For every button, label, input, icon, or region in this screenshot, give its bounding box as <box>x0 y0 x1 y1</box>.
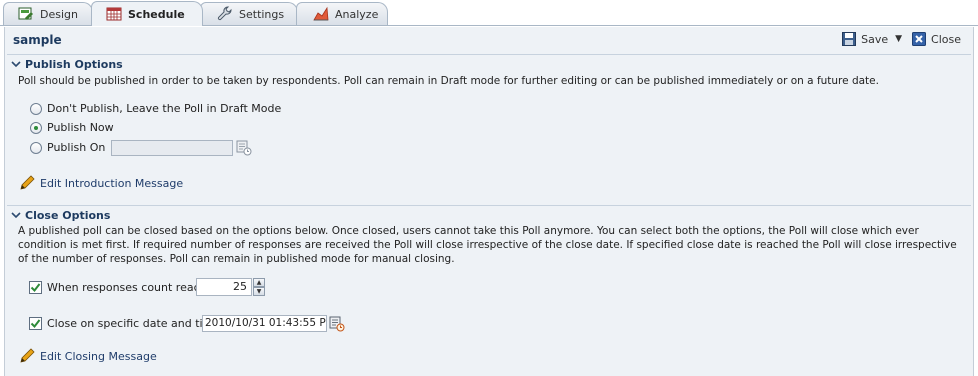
tab-design[interactable]: Design <box>3 2 93 25</box>
calendar-clock-icon[interactable] <box>329 316 345 332</box>
chart-icon <box>313 6 329 21</box>
radio-publish-now-label: Publish Now <box>47 121 114 134</box>
tab-settings-label: Settings <box>239 7 285 21</box>
tab-settings[interactable]: Settings <box>200 2 298 25</box>
chevron-down-icon[interactable]: ▼ <box>895 34 902 44</box>
stepper-down-button[interactable]: ▼ <box>253 287 265 296</box>
edit-introduction-link[interactable]: Edit Introduction Message <box>19 175 183 191</box>
save-label: Save <box>861 32 889 46</box>
publish-options-title: Publish Options <box>25 57 123 71</box>
responses-stepper: ▲ ▼ <box>253 278 265 296</box>
tab-design-label: Design <box>40 7 78 21</box>
radio-dont-publish-label: Don't Publish, Leave the Poll in Draft M… <box>47 102 282 115</box>
close-icon <box>912 32 927 46</box>
responses-count-label: When responses count reach <box>47 281 207 294</box>
publish-options-header[interactable]: Publish Options <box>7 54 971 73</box>
radio-button[interactable] <box>30 141 42 154</box>
pencil-icon <box>20 348 35 363</box>
stepper-up-button[interactable]: ▲ <box>253 278 265 287</box>
collapse-chevron-icon[interactable] <box>11 210 21 220</box>
tab-bar: Design Schedule Settings Analyze <box>0 0 978 27</box>
calendar-grid-icon <box>106 7 122 21</box>
edit-introduction-label: Edit Introduction Message <box>40 176 184 190</box>
header-actions: Save ▼ Close <box>842 32 961 46</box>
close-options-header[interactable]: Close Options <box>7 205 971 224</box>
radio-button-selected[interactable] <box>30 121 42 134</box>
edit-closing-link[interactable]: Edit Closing Message <box>19 348 157 364</box>
close-date-checkbox[interactable] <box>29 317 42 330</box>
design-icon <box>18 7 33 20</box>
publish-description: Poll should be published in order to be … <box>18 75 879 87</box>
radio-publish-on[interactable]: Publish On <box>30 141 105 154</box>
close-description: A published poll can be closed based on … <box>18 225 957 265</box>
tab-analyze-label: Analyze <box>335 7 379 21</box>
radio-publish-now[interactable]: Publish Now <box>30 121 114 134</box>
check-icon <box>30 319 41 329</box>
radio-button[interactable] <box>30 102 42 115</box>
check-icon <box>30 283 41 293</box>
tab-schedule-label: Schedule <box>128 7 185 21</box>
publish-on-date-field[interactable] <box>111 140 233 156</box>
tab-schedule[interactable]: Schedule <box>91 1 203 26</box>
responses-count-input[interactable]: 25 <box>196 278 252 296</box>
schedule-panel: sample Save ▼ Close Publish Options Poll… <box>4 27 974 376</box>
wrench-icon <box>217 6 232 21</box>
close-date-label: Close on specific date and time <box>47 317 221 330</box>
collapse-chevron-icon[interactable] <box>11 59 21 69</box>
close-button[interactable]: Close <box>912 32 961 46</box>
responses-count-option[interactable]: When responses count reach <box>29 281 207 294</box>
pencil-icon <box>20 175 35 190</box>
close-date-option[interactable]: Close on specific date and time <box>29 317 220 330</box>
radio-dont-publish[interactable]: Don't Publish, Leave the Poll in Draft M… <box>30 102 281 115</box>
close-date-field[interactable]: 2010/10/31 01:43:55 PM <box>202 315 327 332</box>
calendar-clock-icon[interactable] <box>236 140 252 156</box>
floppy-disk-icon <box>842 32 857 46</box>
tab-analyze[interactable]: Analyze <box>296 2 388 25</box>
edit-closing-label: Edit Closing Message <box>40 349 157 363</box>
save-button[interactable]: Save ▼ <box>842 32 902 46</box>
responses-checkbox[interactable] <box>29 281 42 294</box>
close-label: Close <box>931 32 961 46</box>
close-options-title: Close Options <box>25 208 111 222</box>
radio-publish-on-label: Publish On <box>47 141 106 154</box>
page-title: sample <box>13 33 62 47</box>
